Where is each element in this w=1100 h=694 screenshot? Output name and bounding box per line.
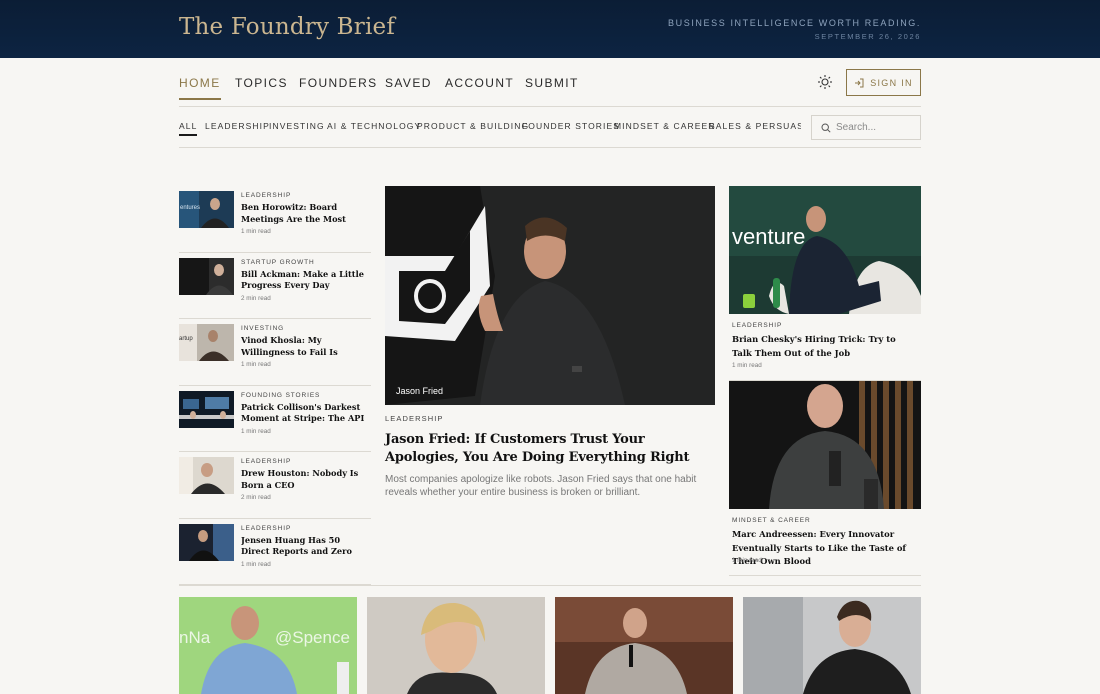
read-time: 1 min read xyxy=(241,361,271,368)
article-card[interactable]: nNa @Spence xyxy=(179,597,357,694)
category-product-building[interactable]: PRODUCT & BUILDING xyxy=(417,121,529,131)
read-time: 2 min read xyxy=(241,494,271,501)
left-article-list: entures LEADERSHIP Ben Horowitz: Board M… xyxy=(179,186,371,585)
list-item[interactable]: entures LEADERSHIP Ben Horowitz: Board M… xyxy=(179,186,371,253)
category-founder-stories[interactable]: FOUNDER STORIES xyxy=(522,121,620,131)
read-time: 1 min read xyxy=(732,557,762,564)
article-title[interactable]: Bill Ackman: Make a Little Progress Ever… xyxy=(241,269,371,292)
bottom-article-row: nNa @Spence xyxy=(179,597,921,694)
nav-founders[interactable]: FOUNDERS xyxy=(299,76,378,90)
article-title[interactable]: Jensen Huang Has 50 Direct Reports and Z… xyxy=(241,535,371,558)
article-thumbnail: entures xyxy=(179,191,234,228)
search-box xyxy=(811,115,921,140)
thumbnail-text: entures xyxy=(180,205,200,211)
right-article-column: venture LEADERSHIP Brian Chesky's Hiring… xyxy=(729,186,921,576)
image-overlay-text: nNa xyxy=(179,628,211,647)
image-overlay-text: @Spence xyxy=(275,628,350,647)
category-mindset-career[interactable]: MINDSET & CAREER xyxy=(614,121,716,131)
article-summary: Most companies apologize like robots. Ja… xyxy=(385,474,697,498)
nav-topics[interactable]: TOPICS xyxy=(235,76,288,90)
article-thumbnail xyxy=(179,257,234,295)
category-all[interactable]: ALL xyxy=(179,121,198,136)
search-icon xyxy=(821,122,831,133)
date: SEPTEMBER 26, 2026 xyxy=(814,32,921,41)
featured-article[interactable]: Jason Fried LEADERSHIP Jason Fried: If C… xyxy=(385,186,715,499)
category-bar: ALL LEADERSHIP INVESTING AI & TECHNOLOGY… xyxy=(179,107,921,148)
list-item[interactable]: MINDSET & CAREER Marc Andreessen: Every … xyxy=(729,381,921,576)
article-image xyxy=(729,381,921,509)
article-category: LEADERSHIP xyxy=(241,458,292,465)
read-time: 2 min read xyxy=(241,294,271,302)
article-category: LEADERSHIP xyxy=(732,322,783,329)
article-title[interactable]: Ben Horowitz: Board Meetings Are the Mos… xyxy=(241,202,371,225)
article-card[interactable] xyxy=(367,597,545,694)
article-title[interactable]: Vinod Khosla: My Willingness to Fail Is … xyxy=(241,335,371,358)
list-item[interactable]: artup INVESTING Vinod Khosla: My Willing… xyxy=(179,319,371,386)
article-thumbnail xyxy=(179,390,234,428)
article-headline[interactable]: Jason Fried: If Customers Trust Your Apo… xyxy=(385,431,715,467)
list-item[interactable]: LEADERSHIP Jensen Huang Has 50 Direct Re… xyxy=(179,519,371,585)
category-leadership[interactable]: LEADERSHIP xyxy=(205,121,270,131)
category-ai-technology[interactable]: AI & TECHNOLOGY xyxy=(327,121,421,131)
article-title[interactable]: Brian Chesky's Hiring Trick: Try to Talk… xyxy=(732,333,918,360)
category-sales-persuasion[interactable]: SALES & PERSUASION xyxy=(709,121,801,131)
article-card[interactable] xyxy=(555,597,733,694)
nav-submit[interactable]: SUBMIT xyxy=(525,76,579,90)
article-category: INVESTING xyxy=(241,325,285,332)
read-time: 1 min read xyxy=(241,427,271,435)
search-input[interactable] xyxy=(836,122,916,133)
article-thumbnail xyxy=(179,523,234,561)
sun-icon[interactable] xyxy=(817,74,833,90)
image-overlay-text: venture xyxy=(732,224,805,249)
category-list: ALL LEADERSHIP INVESTING AI & TECHNOLOGY… xyxy=(179,107,801,147)
category-investing[interactable]: INVESTING xyxy=(269,121,325,131)
nav-account[interactable]: ACCOUNT xyxy=(445,76,514,90)
list-item[interactable]: venture LEADERSHIP Brian Chesky's Hiring… xyxy=(729,186,921,381)
read-time: 1 min read xyxy=(241,228,271,235)
article-category: LEADERSHIP xyxy=(241,524,292,532)
article-category: LEADERSHIP xyxy=(241,192,292,199)
login-icon xyxy=(855,78,864,87)
thumbnail-text: artup xyxy=(179,336,193,342)
article-card[interactable] xyxy=(743,597,921,694)
list-item[interactable]: STARTUP GROWTH Bill Ackman: Make a Littl… xyxy=(179,253,371,319)
top-header: The Foundry Brief BUSINESS INTELLIGENCE … xyxy=(0,0,1100,58)
article-image: venture xyxy=(729,186,921,314)
article-category: LEADERSHIP xyxy=(385,414,444,423)
image-caption: Jason Fried xyxy=(396,386,444,396)
nav-saved[interactable]: SAVED xyxy=(385,76,432,90)
article-thumbnail: artup xyxy=(179,324,234,361)
brand-logo[interactable]: The Foundry Brief xyxy=(179,14,395,40)
article-title[interactable]: Drew Houston: Nobody Is Born a CEO xyxy=(241,468,371,491)
tagline: BUSINESS INTELLIGENCE WORTH READING. xyxy=(668,18,921,28)
list-item[interactable]: LEADERSHIP Drew Houston: Nobody Is Born … xyxy=(179,452,371,519)
article-title[interactable]: Patrick Collison's Darkest Moment at Str… xyxy=(241,402,371,425)
article-category: MINDSET & CAREER xyxy=(732,517,811,524)
article-category: FOUNDING STORIES xyxy=(241,391,321,399)
main-nav: HOME TOPICS FOUNDERS SAVED ACCOUNT SUBMI… xyxy=(179,58,921,107)
nav-home[interactable]: HOME xyxy=(179,76,221,100)
sign-in-label: SIGN IN xyxy=(870,77,913,88)
list-item[interactable]: FOUNDING STORIES Patrick Collison's Dark… xyxy=(179,386,371,452)
featured-image: Jason Fried xyxy=(385,186,715,405)
read-time: 1 min read xyxy=(732,362,762,369)
sign-in-button[interactable]: SIGN IN xyxy=(846,69,921,96)
read-time: 1 min read xyxy=(241,560,271,568)
section-divider xyxy=(179,585,921,586)
article-category: STARTUP GROWTH xyxy=(241,258,315,266)
article-thumbnail xyxy=(179,457,234,494)
